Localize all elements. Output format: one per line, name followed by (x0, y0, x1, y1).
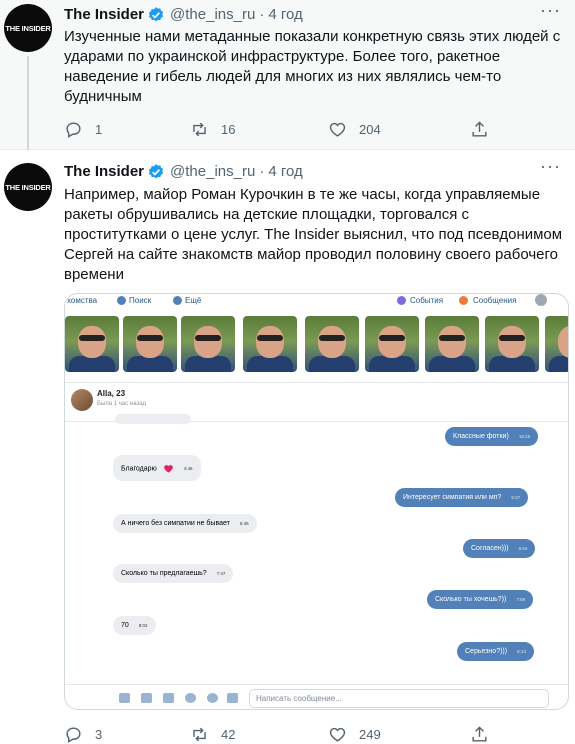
retweet-icon (193, 122, 206, 136)
more-icon[interactable]: ··· (540, 156, 561, 177)
message-bubble: Согласен))) 6:54 (463, 539, 536, 558)
tweet-text: Изученные нами метаданные показали конкр… (64, 28, 561, 105)
avatar[interactable]: THE INSIDER (4, 4, 52, 52)
share-button[interactable] (470, 120, 489, 139)
chat-status: Была 1 час назад (97, 401, 147, 407)
more-circle-icon (173, 296, 182, 305)
timestamp[interactable]: 4 год (268, 163, 302, 181)
gift-icon[interactable] (185, 693, 196, 703)
author-name[interactable]: The Insider (64, 6, 144, 24)
author-handle[interactable]: @the_ins_ru (170, 6, 255, 24)
reply-icon (66, 726, 81, 743)
retweet-count: 42 (221, 726, 236, 742)
nav-item: Поиск (129, 296, 152, 305)
like-count: 204 (359, 121, 381, 137)
timestamp[interactable]: 4 год (268, 6, 302, 24)
thread-line (27, 56, 29, 150)
reply-count: 3 (95, 726, 103, 742)
verified-badge-icon (148, 7, 164, 22)
nav-item: Сообщения (473, 296, 517, 305)
tweet-1[interactable]: THE INSIDER The Insider @the_ins_ru · 4 … (0, 0, 575, 150)
author-name[interactable]: The Insider (64, 163, 144, 181)
separator-dot: · (259, 163, 265, 180)
retweet-count: 16 (221, 121, 236, 137)
share-button[interactable] (470, 725, 489, 744)
messages-icon (459, 296, 468, 305)
reply-button[interactable]: 3 (64, 725, 102, 744)
heart-icon (163, 465, 173, 473)
like-count: 249 (359, 726, 381, 742)
like-icon (329, 727, 346, 742)
message-bubble: Интересует симпатия или мп? 5:37 (395, 488, 529, 507)
reply-count: 1 (95, 121, 103, 137)
tweet-header: The Insider @the_ins_ru · 4 год (64, 6, 303, 24)
message-bubble: А ничего без симпатии не бывает 6:45 (113, 514, 257, 533)
nav-item: хомства (67, 296, 98, 305)
message-bubble: Сколько ты хочешь?)) 7:59 (427, 590, 534, 609)
retweet-button[interactable]: 16 (190, 120, 235, 139)
chat-messages: Классные фотки) 15:15 Благодарю 4:46 Интер… (65, 414, 568, 682)
photo-strip (65, 316, 568, 372)
message-bubble: 70 8:02 (113, 616, 156, 635)
retweet-button[interactable]: 42 (190, 725, 235, 744)
message-bubble: Классные фотки) 15:15 (445, 427, 539, 446)
profile-photo (123, 316, 177, 372)
profile-photo (65, 316, 119, 372)
profile-photo (545, 316, 568, 372)
tweet-actions: 3 42 249 (60, 724, 500, 744)
attach-icon[interactable] (119, 693, 130, 703)
emoji-icon[interactable] (207, 693, 218, 703)
share-icon (472, 120, 487, 137)
search-icon (117, 296, 126, 305)
message-bubble: Сколько ты предлагаешь? 7:47 (113, 564, 234, 583)
separator-dot: · (259, 6, 265, 23)
verified-badge-icon (148, 164, 164, 179)
more-icon[interactable]: ··· (540, 0, 561, 21)
tweet-text: Например, майор Роман Курочкин в те же ч… (64, 186, 563, 283)
avatar[interactable]: THE INSIDER (4, 163, 52, 211)
camera-icon[interactable] (163, 693, 174, 703)
vk-navbar: хомства Поиск Ещё События Сообщения (65, 294, 568, 308)
retweet-icon (193, 727, 206, 741)
reply-icon (66, 121, 81, 138)
like-button[interactable]: 204 (328, 120, 381, 139)
profile-photo (425, 316, 479, 372)
tweet-header: The Insider @the_ins_ru · 4 год (64, 163, 303, 181)
message-input[interactable]: Написать сообщение... (249, 689, 549, 708)
message-bubble-partial (115, 414, 191, 424)
author-handle[interactable]: @the_ins_ru (170, 163, 255, 181)
message-bubble: Благодарю 4:46 (113, 455, 201, 481)
share-icon (472, 725, 487, 742)
sticker-icon[interactable] (227, 693, 238, 703)
profile-photo (243, 316, 297, 372)
profile-photo (181, 316, 235, 372)
user-avatar (535, 294, 547, 306)
message-composer: Написать сообщение... (65, 684, 568, 709)
reply-button[interactable]: 1 (64, 120, 102, 139)
chat-avatar (71, 389, 93, 411)
like-button[interactable]: 249 (328, 725, 381, 744)
like-icon (329, 122, 346, 137)
video-icon[interactable] (141, 693, 152, 703)
message-bubble: Серьезно?))) 8:13 (457, 642, 534, 661)
profile-photo (485, 316, 539, 372)
profile-photo (365, 316, 419, 372)
chat-user-name: Alla, 23 (97, 389, 126, 398)
profile-photo (305, 316, 359, 372)
tweet-2[interactable]: THE INSIDER The Insider @the_ins_ru · 4 … (0, 150, 575, 744)
nav-item: Ещё (185, 296, 202, 305)
media-screenshot[interactable]: хомства Поиск Ещё События Сообщения Alla… (64, 293, 569, 710)
tweet-actions: 1 16 204 (60, 119, 500, 139)
nav-item: События (410, 296, 444, 305)
events-icon (397, 296, 406, 305)
